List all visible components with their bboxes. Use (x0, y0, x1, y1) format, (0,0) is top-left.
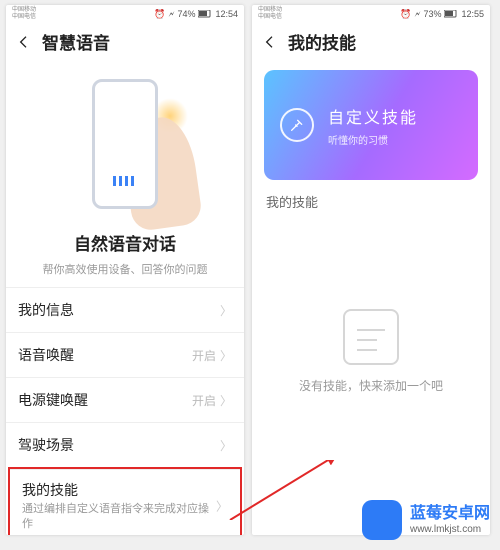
list-item-label: 我的信息 (18, 300, 74, 320)
chevron-right-icon: 〉 (216, 497, 228, 514)
empty-state: 没有技能，快来添加一个吧 (252, 309, 490, 394)
card-title: 自定义技能 (328, 104, 418, 128)
back-icon[interactable] (16, 34, 32, 50)
list-item-my-info[interactable]: 我的信息 〉 (6, 287, 244, 332)
carrier-label: 中国电信 (258, 14, 282, 21)
battery-bar-icon (198, 10, 212, 18)
custom-skill-card[interactable]: 自定义技能 听懂你的习惯 (264, 70, 478, 180)
alarm-icon: ⏰ (400, 9, 411, 20)
battery-percent: 74% (177, 9, 195, 19)
magic-wand-icon (280, 108, 314, 142)
alarm-icon: ⏰ (154, 9, 165, 20)
list-item-label: 我的技能 (22, 480, 228, 500)
highlight-box: 我的技能 通过编排自定义语音指令来完成对应操作 〉 (8, 467, 242, 535)
hero-headline: 自然语音对话 (6, 230, 244, 255)
card-subtitle: 听懂你的习惯 (328, 132, 418, 147)
chevron-right-icon: 〉 (220, 302, 232, 319)
list-item-label: 电源键唤醒 (18, 390, 88, 410)
chevron-right-icon: 〉 (220, 437, 232, 454)
hero-illustration (6, 64, 244, 224)
device-left: 中国移动 中国电信 ⏰ 🗲 74% 12:54 智慧语音 自然语音对话 帮你高效… (6, 5, 244, 535)
clock: 12:54 (215, 9, 238, 19)
carrier-label: 中国电信 (12, 14, 36, 21)
page-title: 我的技能 (288, 29, 356, 54)
section-label: 我的技能 (252, 188, 490, 219)
empty-text: 没有技能，快来添加一个吧 (252, 377, 490, 394)
page-title: 智慧语音 (42, 29, 110, 54)
battery-percent: 73% (423, 9, 441, 19)
status-bar: 中国移动 中国电信 ⏰ 🗲 74% 12:54 (6, 5, 244, 23)
watermark-url: www.lmkjst.com (410, 524, 490, 536)
carrier-label: 中国移动 (258, 7, 282, 14)
watermark-name: 蓝莓安卓网 (410, 504, 490, 523)
carrier-label: 中国移动 (12, 7, 36, 14)
clock: 12:55 (461, 9, 484, 19)
list-item-my-skills[interactable]: 我的技能 通过编排自定义语音指令来完成对应操作 〉 (10, 469, 240, 535)
list-item-power-wake[interactable]: 电源键唤醒 开启〉 (6, 377, 244, 422)
battery-icon: 🗲 (168, 9, 174, 20)
list-item-status: 开启 (192, 347, 216, 364)
title-bar: 智慧语音 (6, 23, 244, 64)
battery-bar-icon (444, 10, 458, 18)
logo-icon (362, 500, 402, 540)
battery-icon: 🗲 (414, 9, 420, 20)
hero-subline: 帮你高效使用设备、回答你的问题 (14, 261, 236, 277)
list-item-voice-wake[interactable]: 语音唤醒 开启〉 (6, 332, 244, 377)
chevron-right-icon: 〉 (220, 347, 232, 364)
title-bar: 我的技能 (252, 23, 490, 64)
list-item-label: 语音唤醒 (18, 345, 74, 365)
device-right: 中国移动 中国电信 ⏰ 🗲 73% 12:55 我的技能 自定义技能 听懂你的习… (252, 5, 490, 535)
list-item-label: 驾驶场景 (18, 435, 74, 455)
watermark: 蓝莓安卓网 www.lmkjst.com (358, 496, 494, 544)
chevron-right-icon: 〉 (220, 392, 232, 409)
status-bar: 中国移动 中国电信 ⏰ 🗲 73% 12:55 (252, 5, 490, 23)
list-item-desc: 通过编排自定义语音指令来完成对应操作 (22, 502, 228, 532)
list-item-drive-scene[interactable]: 驾驶场景 〉 (6, 422, 244, 467)
back-icon[interactable] (262, 34, 278, 50)
list-item-status: 开启 (192, 392, 216, 409)
document-icon (343, 309, 399, 365)
